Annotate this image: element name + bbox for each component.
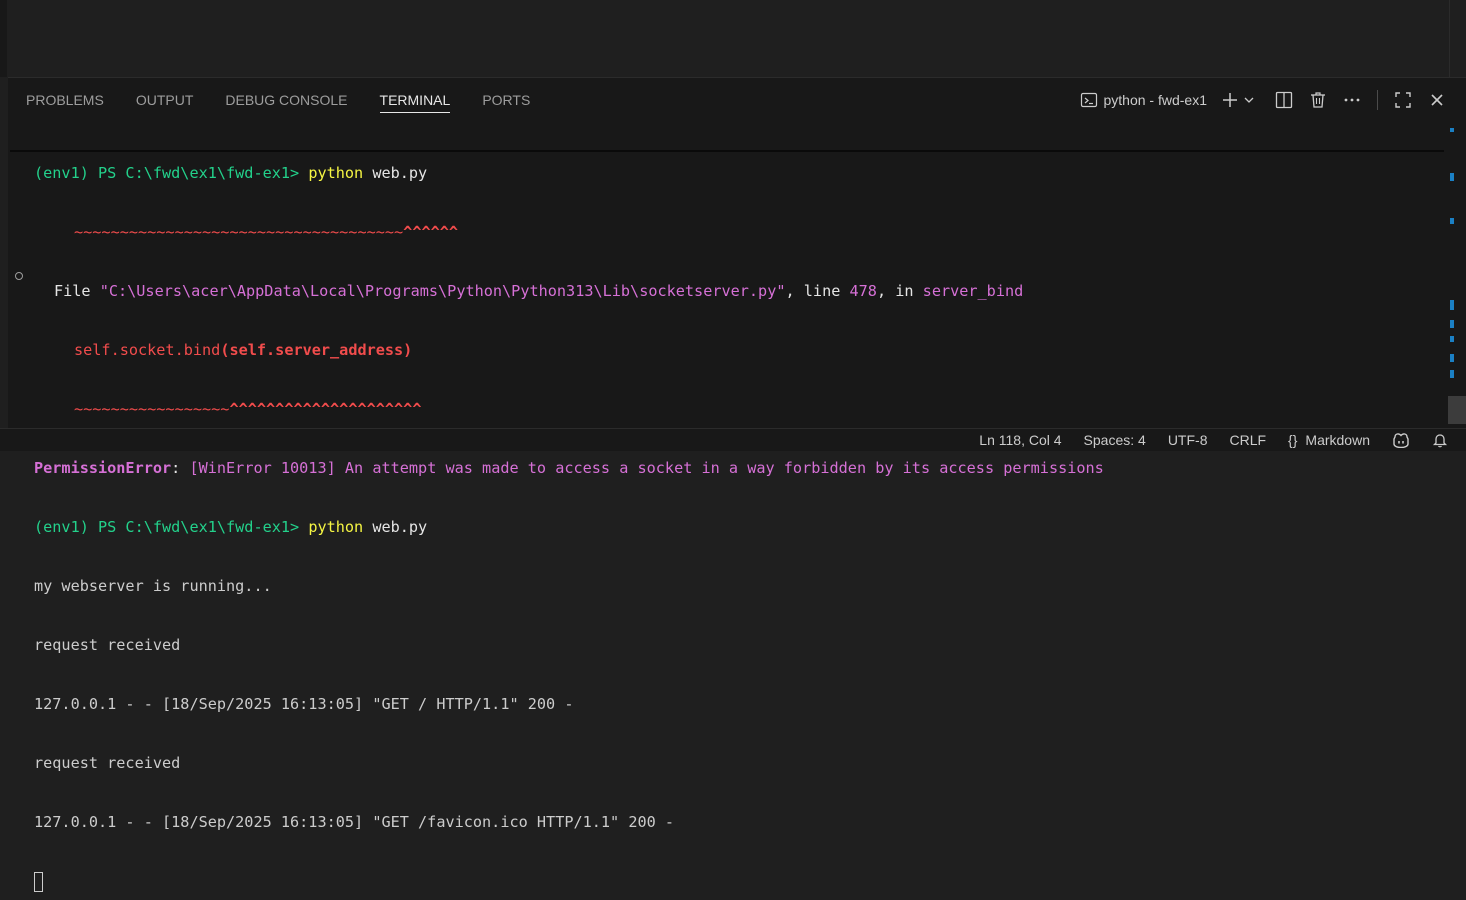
copilot-button[interactable] [1392, 432, 1410, 448]
notifications-button[interactable] [1432, 432, 1448, 448]
panel-actions: python - fwd-ex1 [1080, 78, 1466, 122]
panel-tabs: PROBLEMS OUTPUT DEBUG CONSOLE TERMINAL P… [26, 78, 562, 122]
terminal-line-input[interactable] [34, 870, 1104, 893]
function-name: server_bind [923, 282, 1024, 300]
new-terminal-button[interactable] [1221, 91, 1239, 109]
tab-debug-console[interactable]: DEBUG CONSOLE [225, 78, 347, 122]
caret-marker: ^^^^^^ [403, 223, 458, 241]
editor-gutter [0, 0, 7, 77]
terminal-name: python - fwd-ex1 [1104, 92, 1208, 108]
close-panel-button[interactable] [1430, 93, 1444, 107]
tab-ports[interactable]: PORTS [482, 78, 530, 122]
prompt: (env1) PS C:\fwd\ex1\fwd-ex1> [34, 164, 308, 182]
ellipsis-icon [1343, 91, 1361, 109]
close-icon [1430, 93, 1444, 107]
scrollbar-thumb[interactable] [1448, 396, 1466, 424]
indentation[interactable]: Spaces: 4 [1084, 432, 1146, 448]
terminal-scrollbar[interactable] [1448, 126, 1466, 428]
kill-terminal-button[interactable] [1309, 91, 1327, 109]
language-label: Markdown [1305, 432, 1370, 448]
tab-problems[interactable]: PROBLEMS [26, 78, 104, 122]
terminal-line-underline-2: ~~~~~~~~~~~~~~~~~^^^^^^^^^^^^^^^^^^^^^ [34, 398, 1104, 421]
terminal-output[interactable]: (env1) PS C:\fwd\ex1\fwd-ex1> python web… [34, 126, 1104, 900]
caret-marker-2: ^^^^^^^^^^^^^^^^^^^^^ [229, 400, 421, 418]
bell-icon [1432, 432, 1448, 448]
prompt-2: (env1) PS C:\fwd\ex1\fwd-ex1> [34, 518, 308, 536]
command-2: python [308, 518, 363, 536]
language-mode[interactable]: {} Markdown [1288, 432, 1370, 448]
overview-mark [1450, 218, 1454, 224]
terminal-icon [1080, 91, 1098, 109]
command-arg-2: web.py [363, 518, 427, 536]
tab-output[interactable]: OUTPUT [136, 78, 194, 122]
overview-mark [1450, 370, 1454, 378]
terminal-line-command: (env1) PS C:\fwd\ex1\fwd-ex1> python web… [34, 516, 1104, 539]
terminal-selector[interactable]: python - fwd-ex1 [1080, 91, 1208, 109]
terminal-line-source: self.socket.bind(self.server_address) [34, 339, 1104, 362]
more-actions-button[interactable] [1343, 91, 1361, 109]
source-call: self.socket.bind [74, 341, 220, 359]
error-colon: : [171, 459, 189, 477]
braces-icon: {} [1288, 432, 1297, 448]
terminal-line-output: request received [34, 634, 1104, 657]
sticky-scroll-divider [10, 150, 1444, 152]
terminal-line-output: my webserver is running... [34, 575, 1104, 598]
trash-icon [1309, 91, 1327, 109]
command-arg: web.py [363, 164, 427, 182]
split-terminal-button[interactable] [1275, 91, 1293, 109]
error-type: PermissionError [34, 459, 171, 477]
source-arg: (self.server_address) [220, 341, 412, 359]
copilot-icon [1392, 432, 1410, 448]
terminal-line-sticky-command: (env1) PS C:\fwd\ex1\fwd-ex1> python web… [34, 162, 1104, 185]
file-path: "C:\Users\acer\AppData\Local\Programs\Py… [100, 282, 786, 300]
line-endings[interactable]: CRLF [1229, 432, 1266, 448]
overview-mark [1450, 320, 1454, 328]
status-bar: Ln 118, Col 4 Spaces: 4 UTF-8 CRLF {} Mar… [0, 428, 1466, 451]
error-message: [WinError 10013] An attempt was made to … [189, 459, 1103, 477]
overview-mark [1450, 300, 1454, 310]
editor-area [0, 0, 1466, 77]
editor-ruler [1449, 0, 1450, 77]
overview-mark [1450, 128, 1454, 132]
command-decoration-icon[interactable] [15, 272, 23, 280]
command: python [308, 164, 363, 182]
in-keyword: , in [877, 282, 923, 300]
encoding[interactable]: UTF-8 [1168, 432, 1208, 448]
overview-mark [1450, 173, 1454, 181]
status-items: Ln 118, Col 4 Spaces: 4 UTF-8 CRLF {} Mar… [957, 429, 1466, 451]
maximize-icon [1394, 91, 1412, 109]
cursor-position[interactable]: Ln 118, Col 4 [979, 432, 1061, 448]
terminal-line-output: 127.0.0.1 - - [18/Sep/2025 16:13:05] "GE… [34, 693, 1104, 716]
terminal-line-output: request received [34, 752, 1104, 775]
line-number: 478 [850, 282, 877, 300]
actions-divider [1377, 90, 1378, 110]
terminal-cursor [34, 872, 43, 892]
chevron-down-icon [1243, 94, 1255, 106]
tab-terminal[interactable]: TERMINAL [380, 78, 451, 122]
file-keyword: File [54, 282, 100, 300]
tilde-marker-2: ~~~~~~~~~~~~~~~~~ [74, 400, 229, 418]
terminal-line-output: 127.0.0.1 - - [18/Sep/2025 16:13:05] "GE… [34, 811, 1104, 834]
maximize-panel-button[interactable] [1394, 91, 1412, 109]
split-icon [1275, 91, 1293, 109]
panel-left-strip [0, 77, 8, 428]
tilde-marker: ~~~~~~~~~~~~~~~~~~~~~~~~~~~~~~~~~~~~ [74, 223, 403, 241]
plus-icon [1221, 91, 1239, 109]
line-keyword: , line [786, 282, 850, 300]
terminal-dropdown-button[interactable] [1243, 94, 1255, 106]
terminal-line-underline: ~~~~~~~~~~~~~~~~~~~~~~~~~~~~~~~~~~~~^^^^… [34, 221, 1104, 244]
terminal-line-traceback-file: File "C:\Users\acer\AppData\Local\Progra… [34, 280, 1104, 303]
overview-mark [1450, 336, 1454, 342]
terminal-line-error: PermissionError: [WinError 10013] An att… [34, 457, 1104, 480]
overview-mark [1450, 354, 1454, 362]
